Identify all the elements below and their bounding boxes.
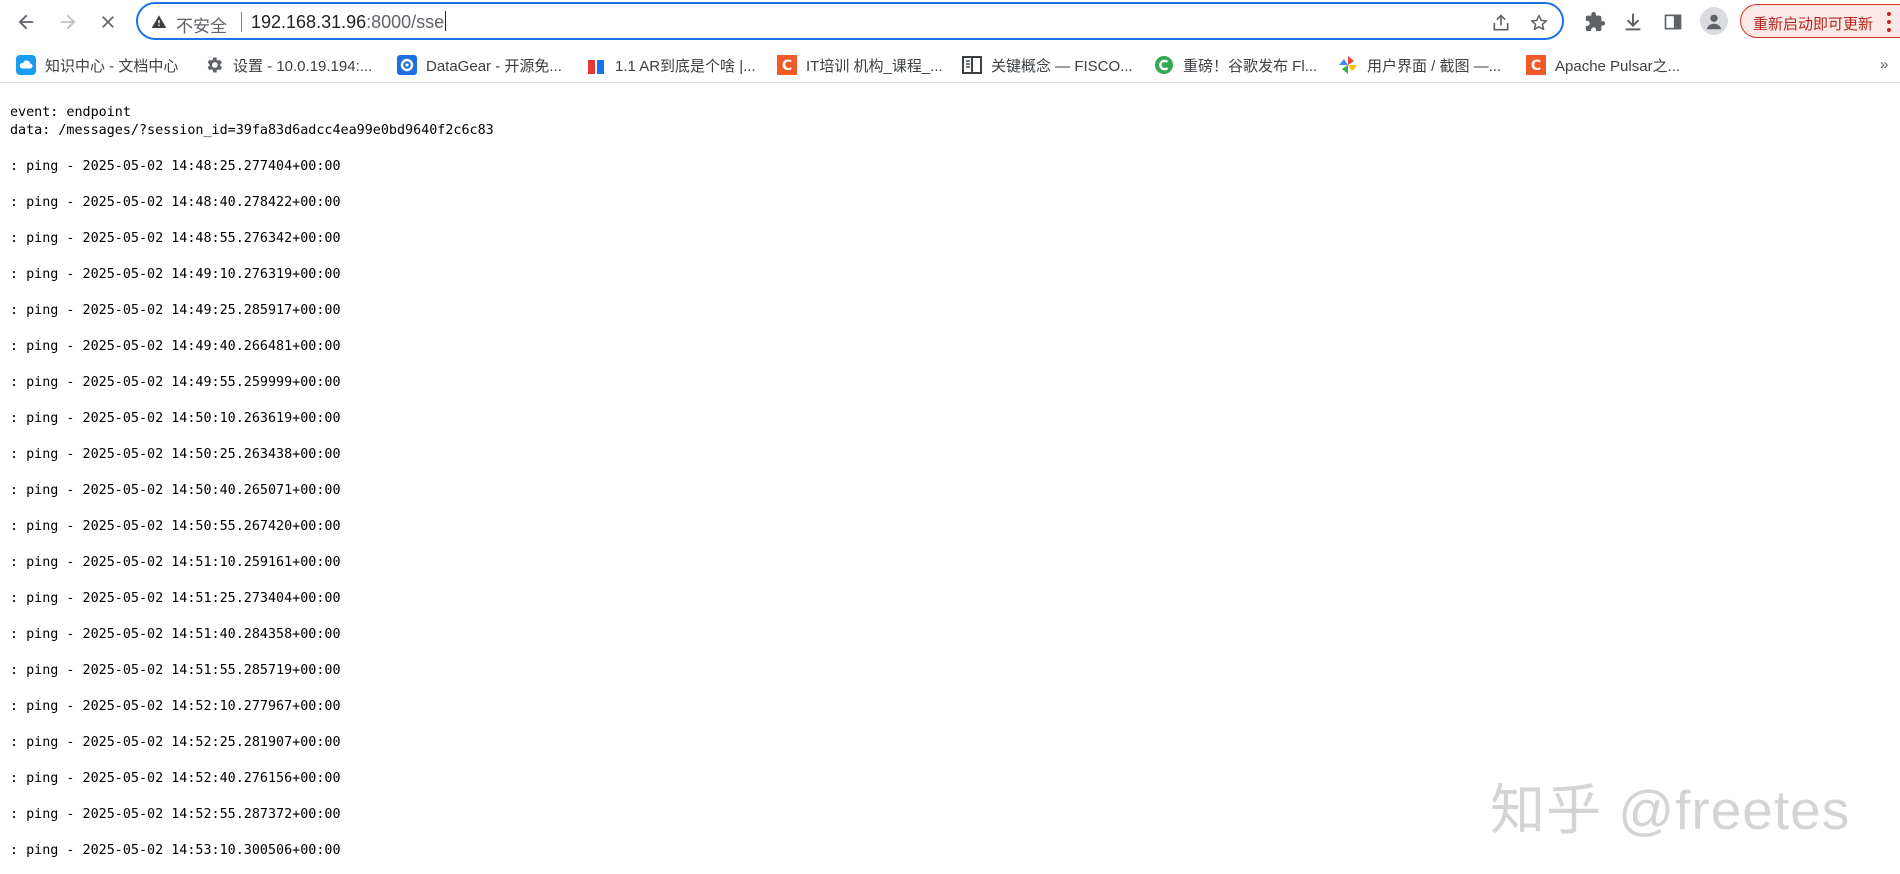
ping-line: : ping - 2025-05-02 14:50:10.263619+00:0…	[10, 411, 341, 426]
bookmark-label: IT培训 机构_课程_...	[806, 57, 943, 75]
share-icon[interactable]	[1490, 12, 1512, 34]
bookmark-item[interactable]: 知识中心 - 文档中心	[16, 54, 178, 76]
ping-line: : ping - 2025-05-02 14:51:25.273404+00:0…	[10, 591, 341, 606]
ping-line: : ping - 2025-05-02 14:49:25.285917+00:0…	[10, 303, 341, 318]
stop-loading-button[interactable]	[92, 6, 124, 38]
url-text[interactable]: 192.168.31.96:8000/sse	[251, 11, 447, 33]
c-icon: C	[777, 55, 797, 75]
bookmarks-bar: 知识中心 - 文档中心 设置 - 10.0.19.194:... DataGea…	[0, 48, 1900, 83]
url-path: :8000/sse	[366, 12, 445, 32]
bookmark-item[interactable]: 用户界面 / 截图 —...	[1338, 54, 1501, 76]
gear-icon	[204, 55, 224, 75]
chevron-right-icon[interactable]: »	[1880, 56, 1888, 73]
svg-text:C: C	[1531, 58, 1541, 74]
pinwheel-icon	[1338, 55, 1358, 75]
bookmark-item[interactable]: 关键概念 — FISCO...	[962, 54, 1133, 76]
bookmark-label: Apache Pulsar之...	[1555, 57, 1681, 75]
ping-line: : ping - 2025-05-02 14:50:25.263438+00:0…	[10, 447, 341, 462]
ping-line: : ping - 2025-05-02 14:48:55.276342+00:0…	[10, 231, 341, 246]
bookmark-item[interactable]: C IT培训 机构_课程_...	[777, 54, 943, 76]
forward-button[interactable]	[52, 6, 84, 38]
url-host: 192.168.31.96	[251, 12, 367, 32]
ping-line: : ping - 2025-05-02 14:50:55.267420+00:0…	[10, 519, 341, 534]
star-icon[interactable]	[1528, 12, 1550, 34]
bookmark-item[interactable]: 设置 - 10.0.19.194:...	[204, 54, 372, 76]
book-icon	[962, 55, 982, 75]
bookmark-label: 1.1 AR到底是个啥 |...	[615, 57, 756, 75]
data-line: data: /messages/?session_id=39fa83d6adcc…	[10, 123, 494, 138]
cloud-icon	[16, 55, 36, 75]
more-vertical-icon[interactable]	[1883, 12, 1895, 32]
bookmark-item[interactable]: DataGear - 开源免...	[397, 54, 562, 76]
bookmark-label: 用户界面 / 截图 —...	[1367, 57, 1502, 75]
ping-line: : ping - 2025-05-02 14:52:25.281907+00:0…	[10, 735, 341, 750]
bookmark-label: 关键概念 — FISCO...	[991, 57, 1133, 75]
profile-avatar-icon[interactable]	[1700, 7, 1728, 35]
svg-text:C: C	[782, 58, 792, 74]
update-button[interactable]: 重新启动即可更新	[1740, 4, 1900, 38]
not-secure-label[interactable]: 不安全	[176, 12, 227, 37]
close-icon	[102, 16, 114, 28]
ping-line: : ping - 2025-05-02 14:49:55.259999+00:0…	[10, 375, 341, 390]
text-caret	[445, 11, 447, 31]
bookmark-label: DataGear - 开源免...	[426, 57, 562, 75]
bookmark-item[interactable]: 重磅！谷歌发布 Fl...	[1154, 54, 1317, 76]
ping-line: : ping - 2025-05-02 14:49:10.276319+00:0…	[10, 267, 341, 282]
ping-list: : ping - 2025-05-02 14:48:25.277404+00:0…	[10, 140, 1870, 860]
sse-stream-output: event: endpoint data: /messages/?session…	[10, 104, 1870, 860]
address-bar[interactable]: 不安全 192.168.31.96:8000/sse	[136, 2, 1564, 40]
browser-toolbar: 不安全 192.168.31.96:8000/sse 重新启动即可更新	[0, 0, 1900, 44]
ping-line: : ping - 2025-05-02 14:48:40.278422+00:0…	[10, 195, 341, 210]
bookmark-label: 设置 - 10.0.19.194:...	[233, 57, 373, 75]
back-button[interactable]	[10, 6, 42, 38]
extensions-icon[interactable]	[1582, 9, 1608, 35]
watermark: 知乎 @freetes	[1490, 779, 1851, 841]
bookmark-item[interactable]: C Apache Pulsar之...	[1526, 54, 1680, 76]
gift-icon	[586, 55, 606, 75]
ping-line: : ping - 2025-05-02 14:48:25.277404+00:0…	[10, 159, 341, 174]
ping-line: : ping - 2025-05-02 14:51:10.259161+00:0…	[10, 555, 341, 570]
ping-line: : ping - 2025-05-02 14:51:40.284358+00:0…	[10, 627, 341, 642]
bookmark-label: 知识中心 - 文档中心	[45, 57, 179, 75]
datagear-icon	[397, 55, 417, 75]
download-icon[interactable]	[1620, 9, 1646, 35]
c-green-icon	[1154, 55, 1174, 75]
bookmark-label: 重磅！谷歌发布 Fl...	[1183, 57, 1318, 75]
omnibox-divider	[241, 12, 242, 32]
event-line: event: endpoint	[10, 105, 131, 120]
arrow-right-icon	[60, 14, 76, 30]
side-panel-icon[interactable]	[1660, 9, 1686, 35]
c-icon: C	[1526, 55, 1546, 75]
ping-line: : ping - 2025-05-02 14:51:55.285719+00:0…	[10, 663, 341, 678]
update-button-label: 重新启动即可更新	[1753, 16, 1874, 33]
arrow-left-icon	[18, 14, 34, 30]
ping-line: : ping - 2025-05-02 14:52:10.277967+00:0…	[10, 699, 341, 714]
bookmark-item[interactable]: 1.1 AR到底是个啥 |...	[586, 54, 756, 76]
ping-line: : ping - 2025-05-02 14:50:40.265071+00:0…	[10, 483, 341, 498]
ping-line: : ping - 2025-05-02 14:49:40.266481+00:0…	[10, 339, 341, 354]
warning-icon[interactable]	[150, 13, 168, 31]
